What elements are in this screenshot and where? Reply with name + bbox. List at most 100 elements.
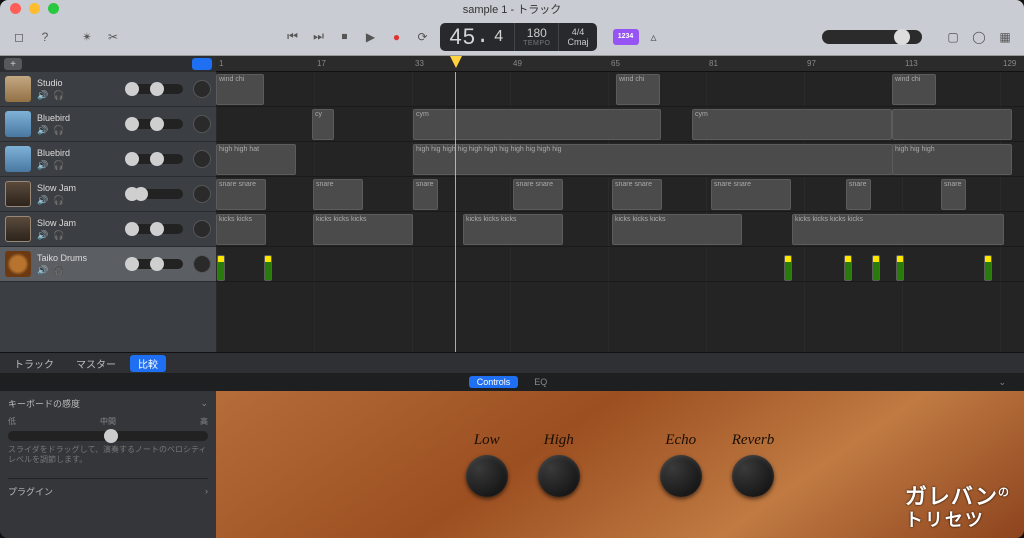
region[interactable] — [217, 255, 225, 281]
library-icon[interactable]: ◻ — [8, 28, 30, 46]
loops-icon[interactable]: ◯ — [968, 28, 990, 46]
region[interactable]: cy — [312, 109, 334, 140]
region[interactable]: kicks kicks kicks — [463, 214, 563, 245]
track-lane[interactable]: kicks kicks kicks kicks kicks kicks kicks … — [216, 212, 1024, 247]
region[interactable]: cym — [692, 109, 892, 140]
track-lane[interactable]: snare snare snare snare snare snare snare sn… — [216, 177, 1024, 212]
region[interactable]: snare — [413, 179, 438, 210]
rewind-icon[interactable]: ⏮ — [282, 28, 304, 46]
region[interactable]: wind chi — [216, 74, 264, 105]
chevron-down-icon[interactable]: ⌄ — [200, 398, 208, 409]
tab-controls[interactable]: Controls — [469, 376, 519, 388]
notepad-icon[interactable]: ▢ — [942, 28, 964, 46]
track-pan-knob[interactable] — [193, 115, 211, 133]
media-icon[interactable]: ▦ — [994, 28, 1016, 46]
tab-track[interactable]: トラック — [6, 355, 62, 372]
region[interactable] — [896, 255, 904, 281]
region[interactable]: high high hat — [216, 144, 296, 175]
region[interactable]: snare snare — [711, 179, 791, 210]
region[interactable] — [264, 255, 272, 281]
region[interactable]: kicks kicks kicks — [612, 214, 742, 245]
play-icon[interactable]: ▶ — [360, 28, 382, 46]
timeline-ruler[interactable]: 1173349658197113129145161 — [216, 56, 1024, 72]
tab-eq[interactable]: EQ — [526, 376, 555, 388]
region[interactable]: snare — [313, 179, 363, 210]
solo-icon[interactable]: 🎧 — [53, 160, 65, 170]
echo-knob[interactable] — [660, 455, 702, 497]
region[interactable]: high hig high — [892, 144, 1012, 175]
region[interactable] — [984, 255, 992, 281]
track-header[interactable]: Studio 🔊 🎧 — [0, 72, 216, 107]
high-knob[interactable] — [538, 455, 580, 497]
track-pan-knob[interactable] — [193, 220, 211, 238]
tab-compare[interactable]: 比較 — [130, 355, 166, 372]
forward-icon[interactable]: ⏭ — [308, 28, 330, 46]
region[interactable]: high hig high hig high high hig high hig… — [413, 144, 893, 175]
solo-icon[interactable]: 🎧 — [53, 265, 65, 275]
track-pan-knob[interactable] — [193, 80, 211, 98]
reverb-knob[interactable] — [732, 455, 774, 497]
track-volume-slider[interactable] — [125, 224, 183, 234]
solo-icon[interactable]: 🎧 — [53, 230, 65, 240]
mute-icon[interactable]: 🔊 — [37, 265, 49, 275]
region[interactable]: kicks kicks kicks — [313, 214, 413, 245]
region[interactable]: kicks kicks — [216, 214, 266, 245]
scissors-icon[interactable]: ✂ — [102, 28, 124, 46]
track-pan-knob[interactable] — [193, 185, 211, 203]
window-minimize-icon[interactable] — [29, 3, 40, 14]
solo-icon[interactable]: 🎧 — [53, 195, 65, 205]
track-volume-slider[interactable] — [125, 154, 183, 164]
record-icon[interactable]: ● — [386, 28, 408, 46]
track-volume-slider[interactable] — [125, 84, 183, 94]
region[interactable] — [892, 109, 1012, 140]
collapse-icon[interactable]: ⌄ — [990, 376, 1014, 389]
chevron-right-icon[interactable]: › — [205, 486, 208, 496]
smart-controls-icon[interactable]: ✴ — [76, 28, 98, 46]
region[interactable]: snare snare — [612, 179, 662, 210]
track-header[interactable]: Bluebird 🔊 🎧 — [0, 107, 216, 142]
stop-icon[interactable]: ⏹ — [334, 28, 356, 46]
track-lane[interactable]: wind chiwind chiwind chi — [216, 72, 1024, 107]
count-in-icon[interactable]: 1234 — [613, 29, 639, 45]
region[interactable]: wind chi — [892, 74, 936, 105]
region[interactable]: kicks kicks kicks kicks — [792, 214, 1004, 245]
track-header[interactable]: Taiko Drums 🔊 🎧 — [0, 247, 216, 282]
mute-icon[interactable]: 🔊 — [37, 160, 49, 170]
track-header[interactable]: Slow Jam 🔊 🎧 — [0, 212, 216, 247]
cycle-icon[interactable]: ⟳ — [412, 28, 434, 46]
timeline-area[interactable]: 1173349658197113129145161 wind chi wind c… — [216, 56, 1024, 352]
tab-master[interactable]: マスター — [68, 355, 124, 372]
mute-icon[interactable]: 🔊 — [37, 125, 49, 135]
mute-icon[interactable]: 🔊 — [37, 195, 49, 205]
window-close-icon[interactable] — [10, 3, 21, 14]
region[interactable] — [784, 255, 792, 281]
metronome-icon[interactable]: ▵ — [643, 28, 665, 46]
track-lane[interactable]: cy cymcym — [216, 107, 1024, 142]
mute-icon[interactable]: 🔊 — [37, 90, 49, 100]
track-volume-slider[interactable] — [125, 119, 183, 129]
mute-icon[interactable]: 🔊 — [37, 230, 49, 240]
track-header[interactable]: Bluebird 🔊 🎧 — [0, 142, 216, 177]
track-view-button[interactable] — [192, 58, 212, 70]
track-volume-slider[interactable] — [125, 189, 183, 199]
track-lane[interactable]: high high hat high hig high hig high high… — [216, 142, 1024, 177]
region[interactable]: snare snare — [513, 179, 563, 210]
window-zoom-icon[interactable] — [48, 3, 59, 14]
solo-icon[interactable]: 🎧 — [53, 125, 65, 135]
quickhelp-icon[interactable]: ? — [34, 28, 56, 46]
region[interactable]: cym — [413, 109, 661, 140]
add-track-button[interactable]: + — [4, 58, 22, 70]
track-header[interactable]: Slow Jam 🔊 🎧 — [0, 177, 216, 212]
region[interactable] — [872, 255, 880, 281]
lcd-display[interactable]: 45.4 180TEMPO 4/4Cmaj — [440, 23, 597, 51]
master-volume-slider[interactable] — [822, 30, 922, 44]
track-pan-knob[interactable] — [193, 255, 211, 273]
region[interactable]: snare snare — [216, 179, 266, 210]
low-knob[interactable] — [466, 455, 508, 497]
velocity-slider[interactable] — [8, 431, 208, 441]
region[interactable]: snare — [846, 179, 871, 210]
track-pan-knob[interactable] — [193, 150, 211, 168]
region[interactable]: snare — [941, 179, 966, 210]
track-lane[interactable] — [216, 247, 1024, 282]
track-volume-slider[interactable] — [125, 259, 183, 269]
